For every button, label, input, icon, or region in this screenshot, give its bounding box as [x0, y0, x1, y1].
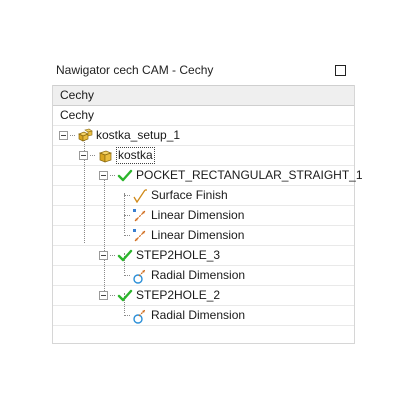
column-header-cechy[interactable]: Cechy — [53, 85, 354, 106]
linear-dimension-icon — [132, 228, 148, 244]
tree-node-label: kostka_setup_1 — [96, 128, 181, 142]
tree-node-attribute[interactable]: Linear Dimension — [53, 226, 354, 246]
tree-node-part[interactable]: kostka — [53, 146, 354, 166]
tree-node-label: Linear Dimension — [151, 208, 245, 222]
radial-dimension-icon — [132, 308, 148, 324]
linear-dimension-icon — [132, 208, 148, 224]
radial-dimension-icon — [132, 268, 148, 284]
tree-node-label: Radial Dimension — [151, 308, 246, 322]
feature-navigator-tree[interactable]: Cechy Cechy kostka_setup_1 kostka POCKET… — [52, 85, 363, 344]
panel-title: Nawigator cech CAM - Cechy — [56, 63, 214, 77]
tree-node-feature[interactable]: STEP2HOLE_2 — [53, 286, 354, 306]
tree-node-label: Surface Finish — [151, 188, 228, 202]
collapse-toggle[interactable] — [59, 131, 68, 140]
tree-node-setup[interactable]: kostka_setup_1 — [53, 126, 354, 146]
part-icon — [97, 148, 113, 164]
checkmark-icon — [117, 168, 133, 184]
tree-node-label: Linear Dimension — [151, 228, 245, 242]
maximize-button[interactable] — [335, 65, 346, 76]
collapse-toggle[interactable] — [99, 251, 108, 260]
tree-node-label: kostka — [116, 147, 155, 164]
setup-icon — [77, 128, 93, 144]
checkmark-icon — [117, 248, 133, 264]
tree-node-feature[interactable]: STEP2HOLE_3 — [53, 246, 354, 266]
tree-node-label: Radial Dimension — [151, 268, 246, 282]
collapse-toggle[interactable] — [99, 291, 108, 300]
tree-root-label[interactable]: Cechy — [53, 106, 354, 126]
collapse-toggle[interactable] — [99, 171, 108, 180]
tree-node-label: STEP2HOLE_2 — [136, 288, 221, 302]
tree-node-attribute[interactable]: Radial Dimension — [53, 306, 354, 326]
tree-node-attribute[interactable]: Surface Finish — [53, 186, 354, 206]
tree-node-label: STEP2HOLE_3 — [136, 248, 221, 262]
collapse-toggle[interactable] — [79, 151, 88, 160]
tree-node-feature[interactable]: POCKET_RECTANGULAR_STRAIGHT_1 — [53, 166, 363, 186]
checkmark-icon — [117, 288, 133, 304]
tree-node-attribute[interactable]: Radial Dimension — [53, 266, 354, 286]
surface-finish-icon — [132, 188, 148, 204]
tree-node-label: POCKET_RECTANGULAR_STRAIGHT_1 — [136, 168, 363, 182]
tree-node-attribute[interactable]: Linear Dimension — [53, 206, 354, 226]
